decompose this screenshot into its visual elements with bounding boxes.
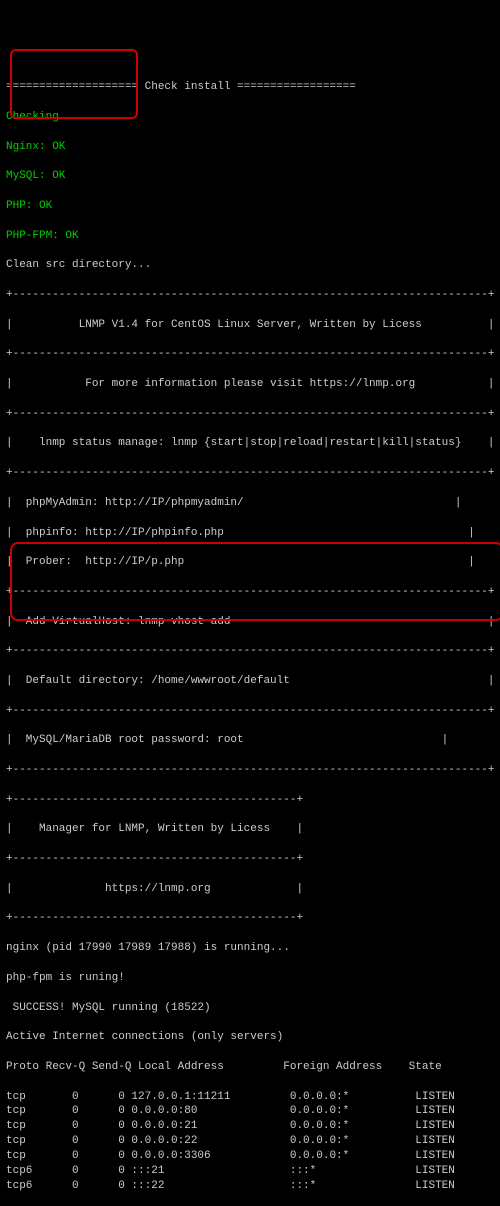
phpinfo-line: | phpinfo: http://IP/phpinfo.php | xyxy=(6,526,494,541)
check-phpfpm: PHP-FPM: OK xyxy=(6,229,494,244)
separator: +---------------------------------------… xyxy=(6,407,494,422)
check-nginx: Nginx: OK xyxy=(6,140,494,155)
separator: +---------------------------------------… xyxy=(6,644,494,659)
vhost-line: | Add VirtualHost: lnmp vhost add | xyxy=(6,615,494,630)
terminal-output: { "title": "==================== Check i… xyxy=(6,21,494,1206)
title-line: ==================== Check install =====… xyxy=(6,80,494,95)
netstat-row: tcp 0 0 0.0.0.0:21 0.0.0.0:* LISTEN xyxy=(6,1119,494,1134)
netstat-row: tcp6 0 0 :::22 :::* LISTEN xyxy=(6,1179,494,1194)
default-dir-line: | Default directory: /home/wwwroot/defau… xyxy=(6,674,494,689)
manager-line: | Manager for LNMP, Written by Licess | xyxy=(6,822,494,837)
manager-url-line: | https://lnmp.org | xyxy=(6,882,494,897)
banner-line: | lnmp status manage: lnmp {start|stop|r… xyxy=(6,436,494,451)
separator: +---------------------------------------… xyxy=(6,288,494,303)
active-connections: Active Internet connections (only server… xyxy=(6,1030,494,1045)
separator: +---------------------------------------… xyxy=(6,466,494,481)
netstat-row: tcp 0 0 127.0.0.1:11211 0.0.0.0:* LISTEN xyxy=(6,1090,494,1105)
banner-line: | For more information please visit http… xyxy=(6,377,494,392)
separator: +---------------------------------------… xyxy=(6,585,494,600)
clean-directory: Clean src directory... xyxy=(6,258,494,273)
separator: +---------------------------------------… xyxy=(6,763,494,778)
separator-short: +---------------------------------------… xyxy=(6,852,494,867)
phpmyadmin-line: | phpMyAdmin: http://IP/phpmyadmin/ | xyxy=(6,496,494,511)
netstat-row: tcp 0 0 0.0.0.0:3306 0.0.0.0:* LISTEN xyxy=(6,1149,494,1164)
nginx-running: nginx (pid 17990 17989 17988) is running… xyxy=(6,941,494,956)
check-php: PHP: OK xyxy=(6,199,494,214)
netstat-header: Proto Recv-Q Send-Q Local Address Foreig… xyxy=(6,1060,494,1075)
mysql-running: SUCCESS! MySQL running (18522) xyxy=(6,1001,494,1016)
highlight-box-bottom xyxy=(10,542,500,621)
separator: +---------------------------------------… xyxy=(6,347,494,362)
separator-short: +---------------------------------------… xyxy=(6,911,494,926)
root-password-line: | MySQL/MariaDB root password: root | xyxy=(6,733,494,748)
separator: +---------------------------------------… xyxy=(6,704,494,719)
banner-line: | LNMP V1.4 for CentOS Linux Server, Wri… xyxy=(6,318,494,333)
netstat-row: tcp 0 0 0.0.0.0:80 0.0.0.0:* LISTEN xyxy=(6,1104,494,1119)
check-mysql: MySQL: OK xyxy=(6,169,494,184)
netstat-row: tcp6 0 0 :::21 :::* LISTEN xyxy=(6,1164,494,1179)
prober-line: | Prober: http://IP/p.php | xyxy=(6,555,494,570)
checking-line: Checking ... xyxy=(6,110,494,125)
phpfpm-running: php-fpm is runing! xyxy=(6,971,494,986)
separator-short: +---------------------------------------… xyxy=(6,793,494,808)
netstat-row: tcp 0 0 0.0.0.0:22 0.0.0.0:* LISTEN xyxy=(6,1134,494,1149)
netstat-rows: tcp 0 0 127.0.0.1:11211 0.0.0.0:* LISTEN… xyxy=(6,1090,494,1194)
